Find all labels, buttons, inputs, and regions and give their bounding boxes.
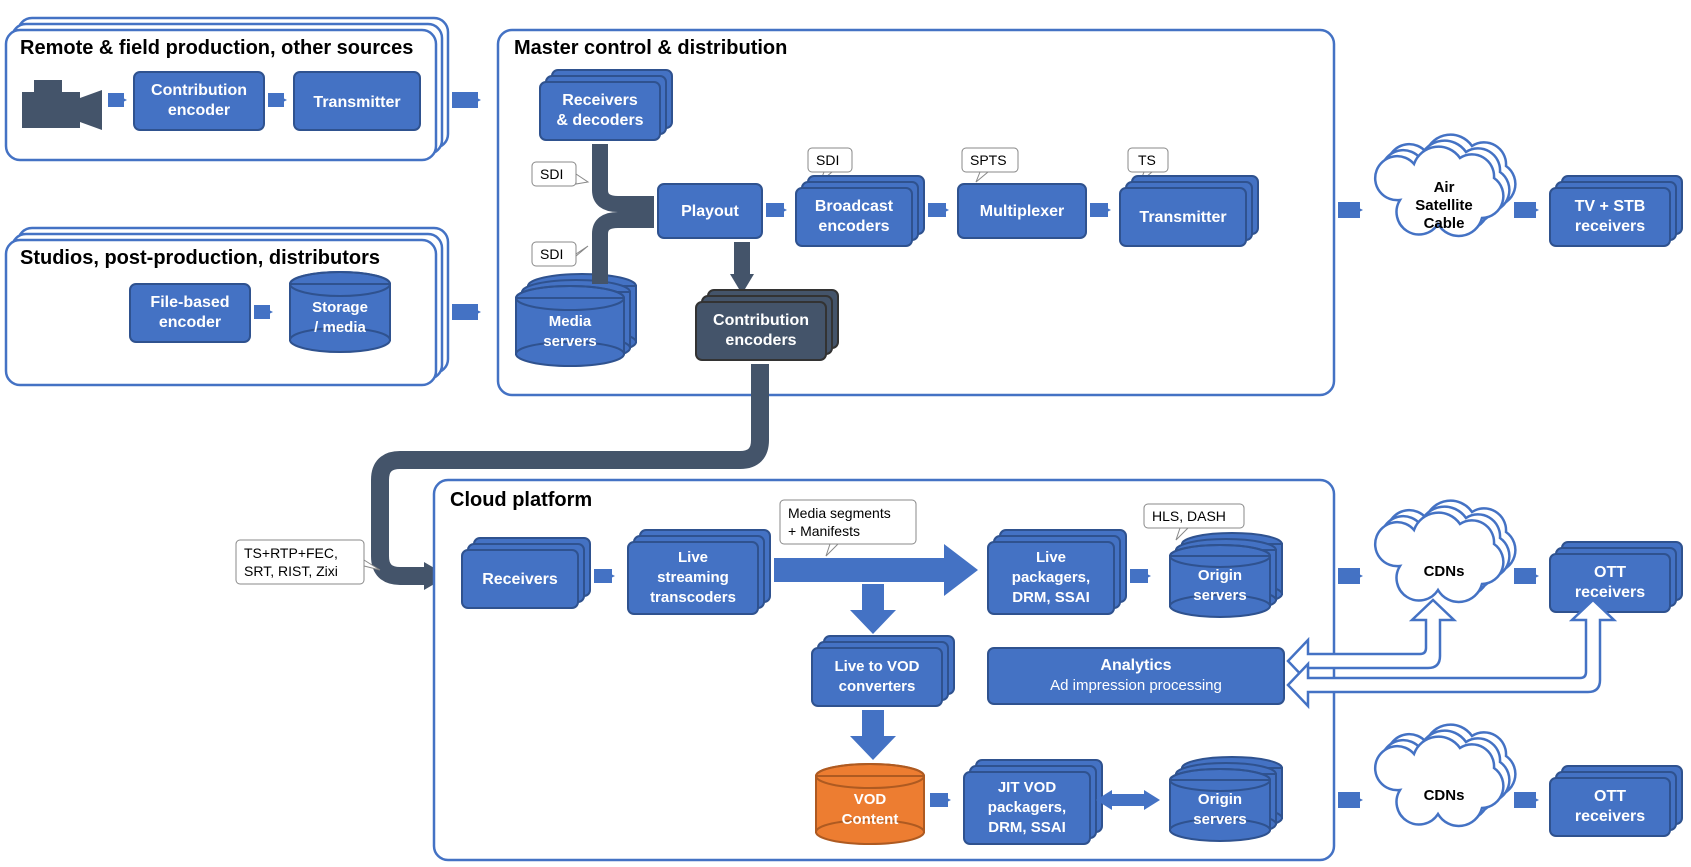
svg-text:Content: Content [842,811,899,828]
svg-text:HLS, DASH: HLS, DASH [1152,508,1226,524]
master-title: Master control & distribution [514,37,787,59]
svg-text:Live to VOD: Live to VOD [834,658,919,675]
svg-text:Transmitter: Transmitter [1139,209,1226,226]
svg-text:receivers: receivers [1575,808,1645,825]
svg-text:/ media: / media [314,319,366,336]
svg-text:Ad impression processing: Ad impression processing [1050,677,1222,694]
svg-text:servers: servers [1193,811,1246,828]
file-encoder-l1: File-based [150,294,229,311]
svg-text:OTT: OTT [1594,564,1626,581]
svg-text:+ Manifests: + Manifests [788,523,860,539]
file-encoder-l2: encoder [159,314,221,331]
cloud-receivers: Receivers [462,538,590,608]
live-to-vod: Live to VOD converters [812,636,954,706]
svg-text:transcoders: transcoders [650,589,736,606]
studios-title: Studios, post-production, distributors [20,247,380,269]
svg-text:streaming: streaming [657,569,729,586]
air-cloud: Air Satellite Cable [1375,135,1515,236]
svg-text:TS+RTP+FEC,: TS+RTP+FEC, [244,545,338,561]
svg-text:encoders: encoders [818,218,889,235]
svg-text:Air: Air [1434,179,1455,196]
cloud-title: Cloud platform [450,489,592,511]
svg-text:SDI: SDI [540,246,563,262]
jit-vod: JIT VOD packagers, DRM, SSAI [964,760,1102,844]
svg-text:converters: converters [839,678,916,695]
svg-text:Storage: Storage [312,299,368,316]
tv-stb: TV + STB receivers [1550,176,1682,246]
svg-text:Analytics: Analytics [1100,657,1171,674]
contribution-encoders-dark: Contribution encoders [696,290,838,360]
svg-text:Broadcast: Broadcast [815,198,894,215]
svg-text:packagers,: packagers, [1012,569,1090,586]
svg-text:VOD: VOD [854,791,887,808]
contribution-encoder-l1: Contribution [151,82,247,99]
svg-text:Cable: Cable [1424,215,1465,232]
svg-text:Satellite: Satellite [1415,197,1473,214]
origin-servers-bottom: Origin servers [1170,757,1282,841]
svg-text:Live: Live [678,549,708,566]
svg-text:SPTS: SPTS [970,152,1007,168]
broadcast-encoders: Broadcast encoders [796,176,924,246]
receivers-decoders: Receivers & decoders [540,70,672,140]
svg-text:OTT: OTT [1594,788,1626,805]
media-servers: Media servers [516,274,636,366]
cdn-cloud-bottom: CDNs [1375,725,1515,826]
svg-text:SDI: SDI [540,166,563,182]
svg-text:& decoders: & decoders [556,112,643,129]
panel-remote: Remote & field production, other sources… [6,18,448,160]
svg-text:CDNs: CDNs [1424,563,1465,580]
live-packagers: Live packagers, DRM, SSAI [988,530,1126,614]
svg-text:Playout: Playout [681,203,739,220]
svg-text:CDNs: CDNs [1424,787,1465,804]
svg-text:Origin: Origin [1198,791,1242,808]
live-transcoders: Live streaming transcoders [628,530,770,614]
contribution-encoder-l2: encoder [168,102,230,119]
panel-master: Master control & distribution Receivers … [498,30,1334,395]
svg-text:Media segments: Media segments [788,505,891,521]
diagram-canvas: Remote & field production, other sources… [0,0,1691,867]
svg-text:JIT VOD: JIT VOD [998,779,1057,796]
svg-text:DRM, SSAI: DRM, SSAI [988,819,1066,836]
ott-bottom: OTT receivers [1550,766,1682,836]
ott-top: OTT receivers [1550,542,1682,612]
panel-studios: Studios, post-production, distributors F… [6,228,448,385]
svg-text:Origin: Origin [1198,567,1242,584]
vod-content: VOD Content [816,764,924,844]
panel-cloud: Cloud platform Receivers Live streaming … [434,480,1334,860]
return-arrows [1288,600,1614,706]
storage-cylinder: Storage / media [290,272,390,352]
svg-text:Contribution: Contribution [713,312,809,329]
svg-text:servers: servers [1193,587,1246,604]
origin-servers-top: Origin servers [1170,533,1282,617]
svg-text:Receivers: Receivers [482,571,558,588]
svg-text:SRT, RIST, Zixi: SRT, RIST, Zixi [244,563,338,579]
cdn-cloud-top: CDNs [1375,501,1515,602]
svg-text:Live: Live [1036,549,1066,566]
svg-text:DRM, SSAI: DRM, SSAI [1012,589,1090,606]
svg-text:receivers: receivers [1575,218,1645,235]
svg-text:SDI: SDI [816,152,839,168]
transmitter2: Transmitter [1120,176,1258,246]
svg-text:encoders: encoders [725,332,796,349]
svg-text:TV + STB: TV + STB [1575,198,1646,215]
transmitter-label: Transmitter [313,94,400,111]
svg-text:packagers,: packagers, [988,799,1066,816]
svg-text:TS: TS [1138,152,1156,168]
remote-title: Remote & field production, other sources [20,37,413,59]
svg-text:Receivers: Receivers [562,92,638,109]
svg-text:servers: servers [543,333,596,350]
callout-tsrtp: TS+RTP+FEC, SRT, RIST, Zixi [236,540,380,584]
svg-text:receivers: receivers [1575,584,1645,601]
svg-text:Media: Media [549,313,592,330]
svg-text:Multiplexer: Multiplexer [980,203,1064,220]
